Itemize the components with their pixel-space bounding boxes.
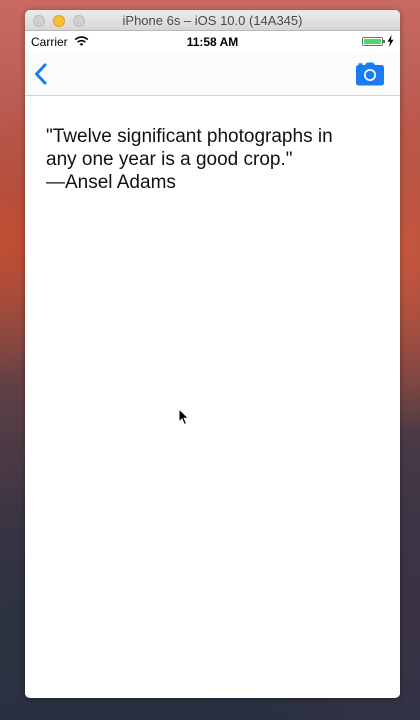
simulator-window: iPhone 6s – iOS 10.0 (14A345) Carrier 11… xyxy=(25,10,400,698)
battery-icon xyxy=(362,37,385,46)
camera-icon xyxy=(356,62,384,86)
chevron-left-icon xyxy=(35,63,47,85)
charging-bolt-icon xyxy=(387,35,394,50)
content-view: "Twelve significant photographs in any o… xyxy=(25,97,400,697)
window-title: iPhone 6s – iOS 10.0 (14A345) xyxy=(122,13,303,28)
back-button[interactable] xyxy=(31,60,53,88)
window-titlebar: iPhone 6s – iOS 10.0 (14A345) xyxy=(25,10,400,31)
quote-line: any one year is a good crop." xyxy=(46,149,293,170)
status-time: 11:58 AM xyxy=(186,35,239,49)
mouse-pointer-icon xyxy=(178,407,190,431)
status-bar: Carrier 11:58 AM xyxy=(25,32,400,52)
quote-line: "Twelve significant photographs in xyxy=(46,126,333,147)
quote-attribution: —Ansel Adams xyxy=(46,172,176,193)
navigation-bar xyxy=(25,52,400,96)
camera-button[interactable] xyxy=(355,61,385,87)
quote-text: "Twelve significant photographs in any o… xyxy=(46,125,376,194)
